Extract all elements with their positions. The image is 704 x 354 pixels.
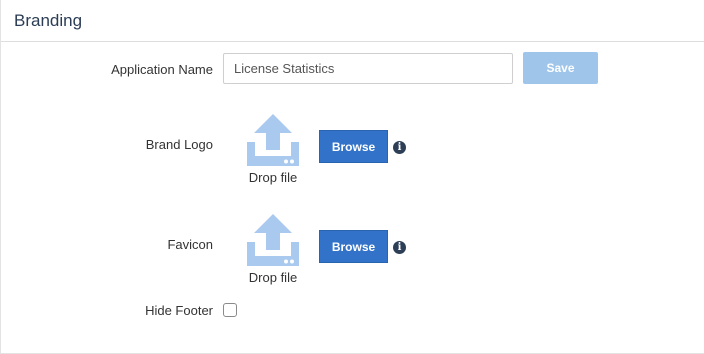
panel-title: Branding [14, 11, 83, 30]
brand-logo-dropzone[interactable]: Drop file [243, 114, 303, 190]
save-button[interactable]: Save [523, 52, 598, 84]
favicon-label: Favicon [167, 237, 213, 252]
info-icon[interactable]: i [393, 141, 406, 154]
title-divider [1, 41, 704, 42]
application-name-label: Application Name [111, 62, 213, 77]
upload-icon [247, 114, 299, 166]
favicon-browse-button[interactable]: Browse [319, 230, 388, 263]
info-icon[interactable]: i [393, 241, 406, 254]
application-name-input[interactable] [223, 53, 513, 84]
upload-icon [247, 214, 299, 266]
hide-footer-checkbox[interactable] [223, 303, 237, 317]
brand-logo-drop-text: Drop file [248, 170, 298, 185]
hide-footer-label: Hide Footer [145, 303, 213, 318]
brand-logo-browse-button[interactable]: Browse [319, 130, 388, 163]
branding-panel: Branding Application Name Save Brand Log… [0, 0, 704, 354]
brand-logo-label: Brand Logo [145, 137, 213, 152]
favicon-drop-text: Drop file [248, 270, 298, 285]
favicon-dropzone[interactable]: Drop file [243, 214, 303, 290]
